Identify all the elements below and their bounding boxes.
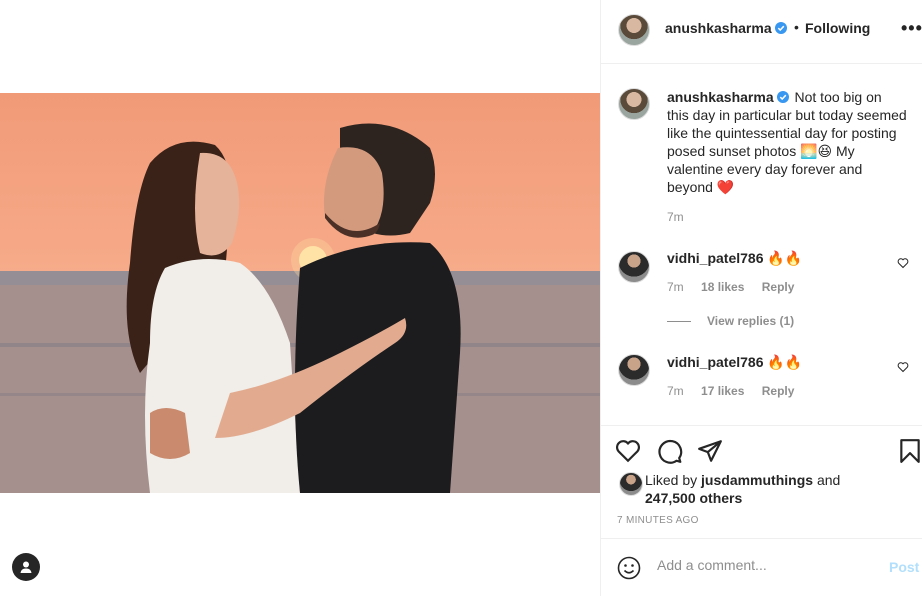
post-media-pane <box>0 0 600 596</box>
post-sidebar: anushkasharma • Following ••• anushkasha… <box>600 0 922 596</box>
sunset-couple-image <box>0 123 600 493</box>
post-photo[interactable] <box>0 93 600 493</box>
likes-others-link[interactable]: 247,500 others <box>645 490 742 506</box>
comment-likes[interactable]: 18 likes <box>701 280 744 294</box>
comment-avatar[interactable] <box>618 354 650 386</box>
comment-item: vidhi_patel786 🔥🔥 <box>667 354 802 371</box>
comment-text: 🔥🔥 <box>767 250 803 266</box>
more-options-button[interactable]: ••• <box>901 18 922 39</box>
liker-avatar[interactable] <box>619 472 643 496</box>
author-avatar[interactable] <box>618 14 650 46</box>
comment-username[interactable]: vidhi_patel786 <box>667 354 764 370</box>
comments-scroll-area[interactable]: anushkasharma Not too big on this day in… <box>601 64 922 425</box>
caption-username[interactable]: anushkasharma <box>667 89 789 105</box>
likes-summary: Liked by jusdammuthings and 247,500 othe… <box>645 471 840 507</box>
comment-text: 🔥🔥 <box>767 354 803 370</box>
share-icon[interactable] <box>697 438 723 464</box>
caption-author-avatar[interactable] <box>618 88 650 120</box>
likes-and-label: and <box>816 472 841 488</box>
post-comment-button[interactable]: Post <box>889 559 919 575</box>
comment-input[interactable] <box>657 557 877 573</box>
comment-like-icon[interactable] <box>897 361 909 373</box>
comment-avatar[interactable] <box>618 251 650 283</box>
post-actions <box>601 425 922 466</box>
post-header: anushkasharma • Following ••• <box>601 0 922 64</box>
comment-like-icon[interactable] <box>897 257 909 269</box>
comment-meta: 7m 18 likes Reply <box>667 280 808 294</box>
following-button[interactable]: Following <box>805 20 870 36</box>
post-caption: anushkasharma Not too big on this day in… <box>667 88 907 196</box>
liked-by-label: Liked by <box>645 472 698 488</box>
caption-time: 7m <box>667 210 684 224</box>
comment-item: vidhi_patel786 🔥🔥 <box>667 250 802 267</box>
verified-icon <box>774 22 787 34</box>
comment-username[interactable]: vidhi_patel786 <box>667 250 764 266</box>
replies-line <box>667 321 691 323</box>
comment-meta: 7m 17 likes Reply <box>667 384 808 398</box>
user-tag-icon <box>20 561 32 573</box>
post-timestamp[interactable]: 7 MINUTES AGO <box>617 515 699 526</box>
bookmark-icon[interactable] <box>897 438 922 464</box>
comment-time[interactable]: 7m <box>667 384 684 398</box>
view-replies-button[interactable]: View replies (1) <box>667 314 794 328</box>
verified-icon <box>776 91 789 103</box>
emoji-icon[interactable] <box>617 556 641 580</box>
separator-dot: • <box>794 19 799 35</box>
liker-username[interactable]: jusdammuthings <box>701 472 813 488</box>
reply-button[interactable]: Reply <box>762 384 795 398</box>
add-comment-bar: Post <box>601 538 922 597</box>
heart-icon[interactable] <box>615 438 641 464</box>
tagged-users-button[interactable] <box>12 553 40 581</box>
reply-button[interactable]: Reply <box>762 280 795 294</box>
author-username[interactable]: anushkasharma <box>665 20 787 36</box>
comment-time[interactable]: 7m <box>667 280 684 294</box>
comment-icon[interactable] <box>657 438 683 464</box>
comment-likes[interactable]: 17 likes <box>701 384 744 398</box>
